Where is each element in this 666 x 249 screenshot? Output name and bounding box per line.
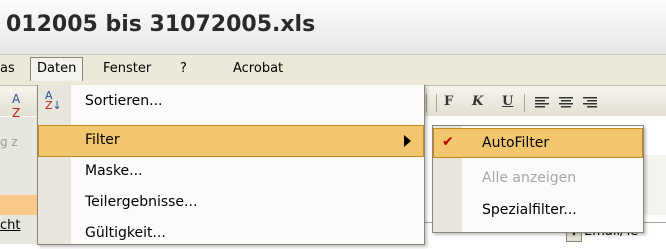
- bold-button[interactable]: F: [444, 94, 453, 109]
- menu-item-maske[interactable]: Maske...: [39, 157, 423, 187]
- menu-bar: as Daten Fenster ? Acrobat: [0, 55, 666, 86]
- align-center-icon[interactable]: [558, 96, 574, 110]
- italic-button[interactable]: K: [472, 94, 483, 109]
- toolbar-separator: [524, 94, 525, 112]
- submenu-arrow-icon: [404, 135, 411, 147]
- checkmark-icon: ✔: [442, 134, 454, 150]
- menu-item-teilergebnisse[interactable]: Teilergebnisse...: [39, 188, 423, 218]
- column-header-highlight: [0, 195, 38, 215]
- toolbar-separator: [426, 94, 427, 112]
- menu-item-gueltigkeit[interactable]: Gültigkeit...: [39, 219, 423, 249]
- menu-item-label: Maske...: [85, 163, 143, 179]
- cell-text: cht: [0, 218, 21, 233]
- menu-item-label: AutoFilter: [482, 135, 550, 151]
- menu-extras-partial[interactable]: as: [0, 61, 15, 76]
- window-title: 012005 bis 31072005.xls: [6, 12, 316, 37]
- menu-item-label: Teilergebnisse...: [85, 194, 198, 210]
- filter-submenu: ✔ AutoFilter Alle anzeigen Spezialfilter…: [432, 125, 644, 233]
- title-bar: 012005 bis 31072005.xls: [0, 0, 666, 55]
- underline-button[interactable]: U: [502, 94, 513, 109]
- menu-item-spezialfilter[interactable]: Spezialfilter...: [434, 196, 642, 224]
- menu-item-label: Alle anzeigen: [482, 170, 577, 186]
- menu-item-label: Spezialfilter...: [482, 202, 577, 218]
- menu-item-sortieren[interactable]: A Z↓ Sortieren...: [39, 87, 423, 117]
- menu-item-label: Gültigkeit...: [85, 225, 166, 241]
- formula-bar-text: g z: [0, 135, 18, 149]
- sort-ascending-icon[interactable]: AZ: [12, 92, 20, 120]
- align-left-icon[interactable]: [534, 96, 550, 110]
- sort-ascending-icon: A Z↓: [45, 89, 62, 112]
- toolbar-separator: [436, 94, 437, 112]
- menu-acrobat[interactable]: Acrobat: [233, 61, 283, 76]
- menu-item-autofilter[interactable]: ✔ AutoFilter: [433, 128, 643, 158]
- menu-fenster[interactable]: Fenster: [103, 61, 151, 76]
- menu-item-label: Sortieren...: [85, 93, 163, 109]
- menu-item-filter[interactable]: Filter: [38, 125, 424, 157]
- menu-item-alle-anzeigen: Alle anzeigen: [434, 164, 642, 192]
- menu-daten[interactable]: Daten: [30, 57, 84, 81]
- daten-menu: A Z↓ Sortieren... Filter Maske... Teilerg…: [37, 85, 425, 245]
- format-buttons: F K U: [424, 92, 666, 116]
- menu-item-label: Filter: [85, 132, 120, 148]
- menu-help[interactable]: ?: [180, 61, 187, 76]
- align-right-icon[interactable]: [582, 96, 598, 110]
